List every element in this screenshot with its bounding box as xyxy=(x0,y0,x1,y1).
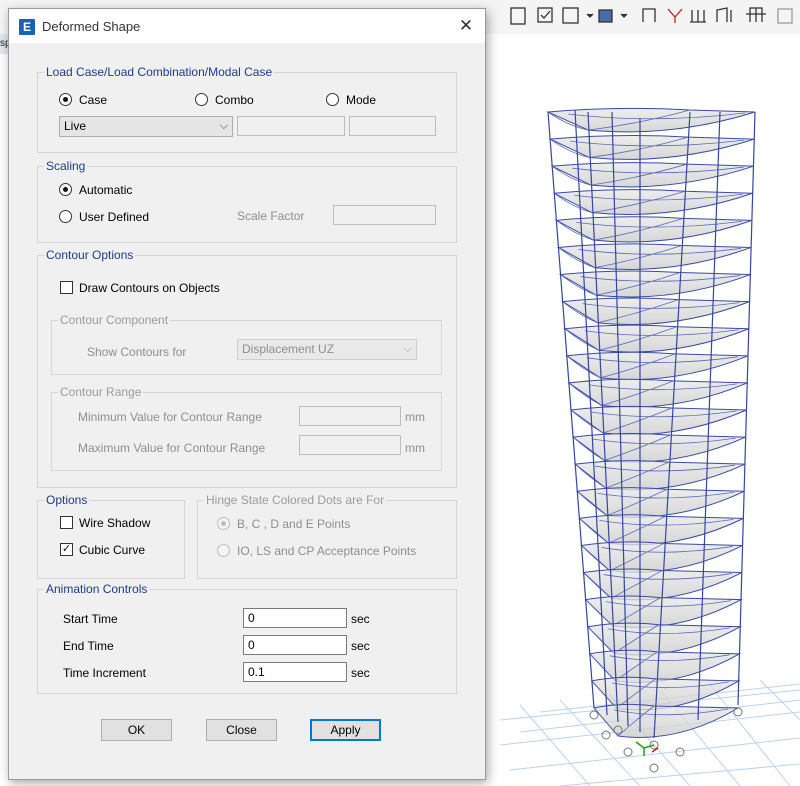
building-floors xyxy=(546,107,756,738)
automatic-radio[interactable] xyxy=(59,183,72,196)
floor-slab xyxy=(573,460,746,491)
end-time-input[interactable]: 0 xyxy=(243,635,347,655)
frame-view-icon xyxy=(746,7,766,22)
floor-slab xyxy=(563,324,750,353)
frame-icon xyxy=(642,8,656,22)
animation-controls-legend: Animation Controls xyxy=(46,582,148,596)
building-3d-model xyxy=(499,107,800,786)
model-viewport[interactable] xyxy=(484,34,800,786)
case-radio-label: Case xyxy=(79,93,108,107)
user-defined-radio[interactable] xyxy=(59,210,72,223)
wall-icon xyxy=(716,7,732,22)
mode-radio-label: Mode xyxy=(346,93,377,107)
max-contour-input xyxy=(299,435,401,455)
mode-radio[interactable] xyxy=(326,93,339,106)
wire-shadow-label: Wire Shadow xyxy=(79,516,151,530)
load-case-legend: Load Case/Load Combination/Modal Case xyxy=(46,65,273,79)
time-increment-unit: sec xyxy=(351,666,370,680)
3d-view-icon xyxy=(598,9,613,23)
close-button[interactable]: Close xyxy=(206,719,277,741)
deformed-shape-dialog: E Deformed Shape ✕ Load Case/Load Combin… xyxy=(8,8,486,780)
dropdown-arrow-icon xyxy=(586,13,594,18)
cubic-curve-checkbox[interactable]: ✓ xyxy=(60,543,73,556)
floor-slab xyxy=(571,432,746,463)
scale-factor-input xyxy=(333,205,436,225)
floor-slab xyxy=(567,378,748,408)
min-contour-unit: mm xyxy=(405,410,425,424)
start-time-input[interactable]: 0 xyxy=(243,608,347,628)
contour-options-legend: Contour Options xyxy=(46,248,134,262)
combo-select xyxy=(237,116,345,136)
options-group: Options xyxy=(37,493,185,579)
options-legend: Options xyxy=(46,493,88,507)
floor-slab xyxy=(554,216,753,243)
apply-button[interactable]: Apply xyxy=(310,719,381,741)
max-contour-label: Maximum Value for Contour Range xyxy=(78,441,266,455)
toggle-view-icon xyxy=(562,7,579,24)
min-contour-input xyxy=(299,406,401,426)
max-contour-unit: mm xyxy=(405,441,425,455)
automatic-radio-label: Automatic xyxy=(79,183,133,197)
scale-factor-label: Scale Factor xyxy=(237,209,305,223)
draw-contours-checkbox[interactable] xyxy=(60,281,73,294)
floor-slab xyxy=(561,297,750,326)
scaling-legend: Scaling xyxy=(46,159,86,173)
hinge-state-legend: Hinge State Colored Dots are For xyxy=(206,493,385,507)
ok-button[interactable]: OK xyxy=(101,719,172,741)
start-time-label: Start Time xyxy=(63,612,118,626)
hinge-io-ls-cp-radio xyxy=(217,544,230,557)
hinge-io-ls-cp-label: IO, LS and CP Acceptance Points xyxy=(237,544,417,558)
etabs-app-icon: E xyxy=(19,19,35,35)
cubic-curve-label: Cubic Curve xyxy=(79,543,146,557)
time-increment-label: Time Increment xyxy=(63,666,146,680)
deformed-icon xyxy=(667,8,683,23)
wire-shadow-checkbox[interactable] xyxy=(60,516,73,529)
floor-slab xyxy=(550,162,754,188)
dialog-title: Deformed Shape xyxy=(42,19,141,34)
case-select-value: Live xyxy=(64,119,87,133)
contour-range-group: Contour Range xyxy=(51,385,442,471)
hinge-bcde-radio xyxy=(217,517,230,530)
floor-slab xyxy=(556,243,752,270)
combo-radio-label: Combo xyxy=(215,93,254,107)
scaling-group: Scaling xyxy=(37,159,457,243)
combo-radio[interactable] xyxy=(195,93,208,106)
hinge-state-group: Hinge State Colored Dots are For xyxy=(197,493,457,579)
check-box-icon xyxy=(537,7,553,23)
min-contour-label: Minimum Value for Contour Range xyxy=(78,410,262,424)
show-contours-select: Displacement UZ ⌵ xyxy=(237,339,417,360)
user-defined-radio-label: User Defined xyxy=(79,210,150,224)
time-increment-input[interactable]: 0.1 xyxy=(243,662,347,682)
floor-slab xyxy=(552,189,753,215)
chevron-down-icon: ⌵ xyxy=(219,120,228,132)
show-contours-label: Show Contours for xyxy=(87,345,187,359)
end-time-label: End Time xyxy=(63,639,114,653)
floor-slab xyxy=(565,351,749,381)
end-time-unit: sec xyxy=(351,639,370,653)
draw-contours-label: Draw Contours on Objects xyxy=(79,281,220,295)
floor-slab xyxy=(548,134,755,160)
case-select[interactable]: Live ⌵ xyxy=(59,116,233,137)
case-radio[interactable] xyxy=(59,93,72,106)
dialog-titlebar[interactable]: E Deformed Shape ✕ xyxy=(9,9,485,43)
load-case-group: Load Case/Load Combination/Modal Case xyxy=(37,65,457,153)
contour-component-legend: Contour Component xyxy=(60,313,169,327)
mode-select xyxy=(349,116,436,136)
floor-slab xyxy=(569,405,747,436)
column-icon xyxy=(690,10,706,23)
hinge-bcde-label: B, C , D and E Points xyxy=(237,517,351,531)
floor-slab xyxy=(546,107,756,133)
close-icon[interactable]: ✕ xyxy=(453,15,479,37)
select-icon xyxy=(510,7,526,25)
chevron-down-icon: ⌵ xyxy=(403,343,412,355)
show-contours-value: Displacement UZ xyxy=(242,342,335,356)
contour-range-legend: Contour Range xyxy=(60,385,142,399)
start-time-unit: sec xyxy=(351,612,370,626)
floor-slab xyxy=(558,270,751,298)
